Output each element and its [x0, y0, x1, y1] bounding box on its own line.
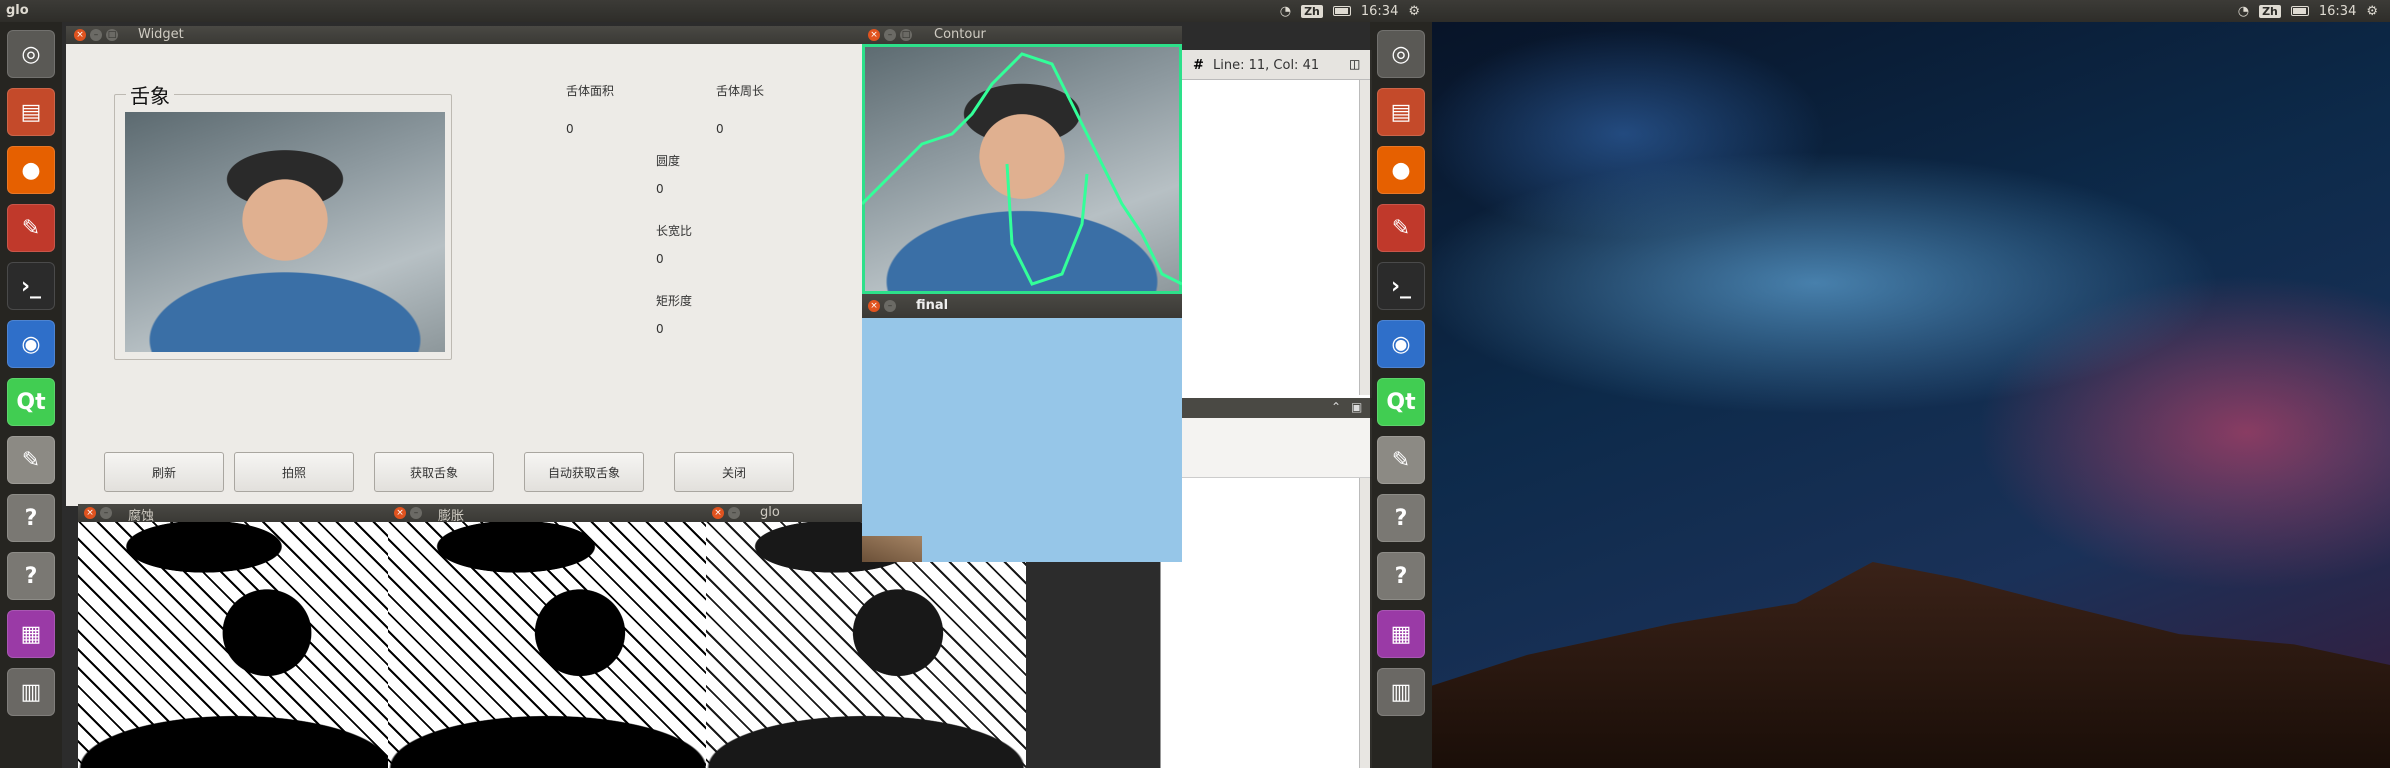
metric-value-area: 0 [566, 122, 574, 136]
chromium-icon[interactable]: ◉ [1377, 320, 1425, 368]
wifi-icon[interactable]: ◔ [2238, 4, 2249, 19]
unknown-app-icon[interactable]: ? [7, 494, 55, 542]
panel-app-title: glo [6, 3, 29, 18]
contour-window: × – □ Contour [862, 26, 1182, 294]
refresh-button[interactable]: 刷新 [104, 452, 224, 492]
cursor-position: Line: 11, Col: 41 [1213, 58, 1320, 73]
get-tongue-button[interactable]: 获取舌象 [374, 452, 494, 492]
file-manager-icon[interactable]: ▤ [1377, 88, 1425, 136]
close-button[interactable]: × [84, 507, 96, 519]
terminal-icon[interactable]: ›_ [1377, 262, 1425, 310]
launcher-right: ◎ ▤ ● ✎ ›_ ◉ Qt ✎?? ▦ ▥ [1370, 22, 1432, 768]
workspace-switcher-icon[interactable]: ▦ [1377, 610, 1425, 658]
maximize-panel-icon[interactable]: ▣ [1351, 400, 1362, 414]
top-panel-left: glo ◔ Zh 16:34 ⚙ [0, 0, 1432, 22]
text-editor-icon[interactable]: ✎ [7, 436, 55, 484]
minimize-button[interactable]: – [100, 507, 112, 519]
output-tabs [1161, 418, 1372, 478]
wifi-icon[interactable]: ◔ [1280, 4, 1291, 19]
metric-label-rectangularity: 矩形度 [656, 294, 693, 308]
minimize-button[interactable]: – [884, 300, 896, 312]
collapse-icon[interactable]: ⌃ [1331, 400, 1341, 414]
unknown-app-icon[interactable]: ? [1377, 494, 1425, 542]
close-button[interactable]: × [394, 507, 406, 519]
contour-overlay [862, 52, 1182, 286]
terminal-icon[interactable]: ›_ [7, 262, 55, 310]
close-button[interactable]: × [712, 507, 724, 519]
file-manager-icon[interactable]: ▤ [7, 88, 55, 136]
close-app-button[interactable]: 关闭 [674, 452, 794, 492]
minimize-button[interactable]: – [728, 507, 740, 519]
system-tray-right: ◔ Zh 16:34 ⚙ [2238, 3, 2378, 19]
minimize-button[interactable]: – [410, 507, 422, 519]
metric-label-aspect-ratio: 长宽比 [656, 224, 693, 238]
ubuntu-logo-icon[interactable]: ◎ [7, 30, 55, 78]
window-title: Widget [138, 27, 184, 42]
unknown-app-icon[interactable]: ? [1377, 552, 1425, 600]
window-title: final [916, 298, 949, 313]
unknown-app-icon[interactable]: ? [7, 552, 55, 600]
maximize-button[interactable]: □ [900, 29, 912, 41]
hash-label: # [1193, 58, 1204, 73]
qt-creator-icon[interactable]: Qt [7, 378, 55, 426]
final-window: × – final [862, 294, 1182, 562]
chromium-icon[interactable]: ◉ [7, 320, 55, 368]
metric-value-aspect-ratio: 0 [656, 252, 664, 266]
battery-icon[interactable] [2290, 6, 2309, 16]
close-button[interactable]: × [868, 300, 880, 312]
capture-button[interactable]: 拍照 [234, 452, 354, 492]
metric-value-rectangularity: 0 [656, 322, 664, 336]
trash-icon[interactable]: ▥ [7, 668, 55, 716]
text-editor-icon[interactable]: ✎ [1377, 436, 1425, 484]
settings-icon[interactable]: ✎ [1377, 204, 1425, 252]
metric-label-perimeter: 舌体周长 [716, 84, 765, 98]
gear-icon[interactable]: ⚙ [2366, 4, 2378, 19]
text-editor-window: # Line: 11, Col: 41 ◫ ⌃ ▣ [1160, 50, 1372, 768]
workspace-switcher-icon[interactable]: ▦ [7, 610, 55, 658]
minimize-button[interactable]: – [90, 29, 102, 41]
maximize-button[interactable]: □ [106, 29, 118, 41]
battery-icon[interactable] [1332, 6, 1351, 16]
editor-status-bar: # Line: 11, Col: 41 ◫ [1161, 50, 1372, 80]
close-button[interactable]: × [74, 29, 86, 41]
metric-value-perimeter: 0 [716, 122, 724, 136]
clock[interactable]: 16:34 [1361, 4, 1398, 19]
firefox-icon[interactable]: ● [7, 146, 55, 194]
window-title: glo [760, 505, 780, 520]
dilate-window: × – 膨胀 [388, 504, 708, 768]
dilate-titlebar: × – 膨胀 [388, 504, 708, 524]
group-title: 舌象 [126, 80, 174, 109]
erode-window: × – 腐蚀 [78, 504, 393, 768]
settings-icon[interactable]: ✎ [7, 204, 55, 252]
dilated-image [388, 522, 708, 768]
eroded-image [78, 522, 393, 768]
qt-creator-icon[interactable]: Qt [1377, 378, 1425, 426]
minimize-button[interactable]: – [884, 29, 896, 41]
system-tray-left: ◔ Zh 16:34 ⚙ [1280, 3, 1420, 19]
metric-label-area: 舌体面积 [566, 84, 615, 98]
clock[interactable]: 16:34 [2319, 4, 2356, 19]
trash-icon[interactable]: ▥ [1377, 668, 1425, 716]
top-panel-right: ◔ Zh 16:34 ⚙ [1432, 0, 2390, 22]
auto-get-tongue-button[interactable]: 自动获取舌象 [524, 452, 644, 492]
final-titlebar: × – final [862, 294, 1182, 318]
close-button[interactable]: × [868, 29, 880, 41]
input-method-badge[interactable]: Zh [1301, 4, 1323, 18]
firefox-icon[interactable]: ● [1377, 146, 1425, 194]
contour-titlebar: × – □ Contour [862, 26, 1182, 44]
metric-value-roundness: 0 [656, 182, 664, 196]
input-method-badge[interactable]: Zh [2259, 4, 2281, 18]
desktop-wallpaper [1432, 22, 2390, 768]
erode-titlebar: × – 腐蚀 [78, 504, 393, 524]
mountain-silhouette [1432, 562, 2390, 768]
gear-icon[interactable]: ⚙ [1408, 4, 1420, 19]
launcher-left: ◎ ▤ ● ✎ ›_ ◉ Qt ✎?? ▦ ▥ [0, 22, 62, 768]
split-view-icon[interactable]: ◫ [1349, 57, 1360, 71]
ubuntu-logo-icon[interactable]: ◎ [1377, 30, 1425, 78]
final-residual-blob [862, 536, 922, 562]
panel-header: ⌃ ▣ [1161, 398, 1372, 418]
metric-label-roundness: 圆度 [656, 154, 681, 168]
window-title: Contour [934, 27, 986, 42]
camera-preview [125, 112, 445, 352]
